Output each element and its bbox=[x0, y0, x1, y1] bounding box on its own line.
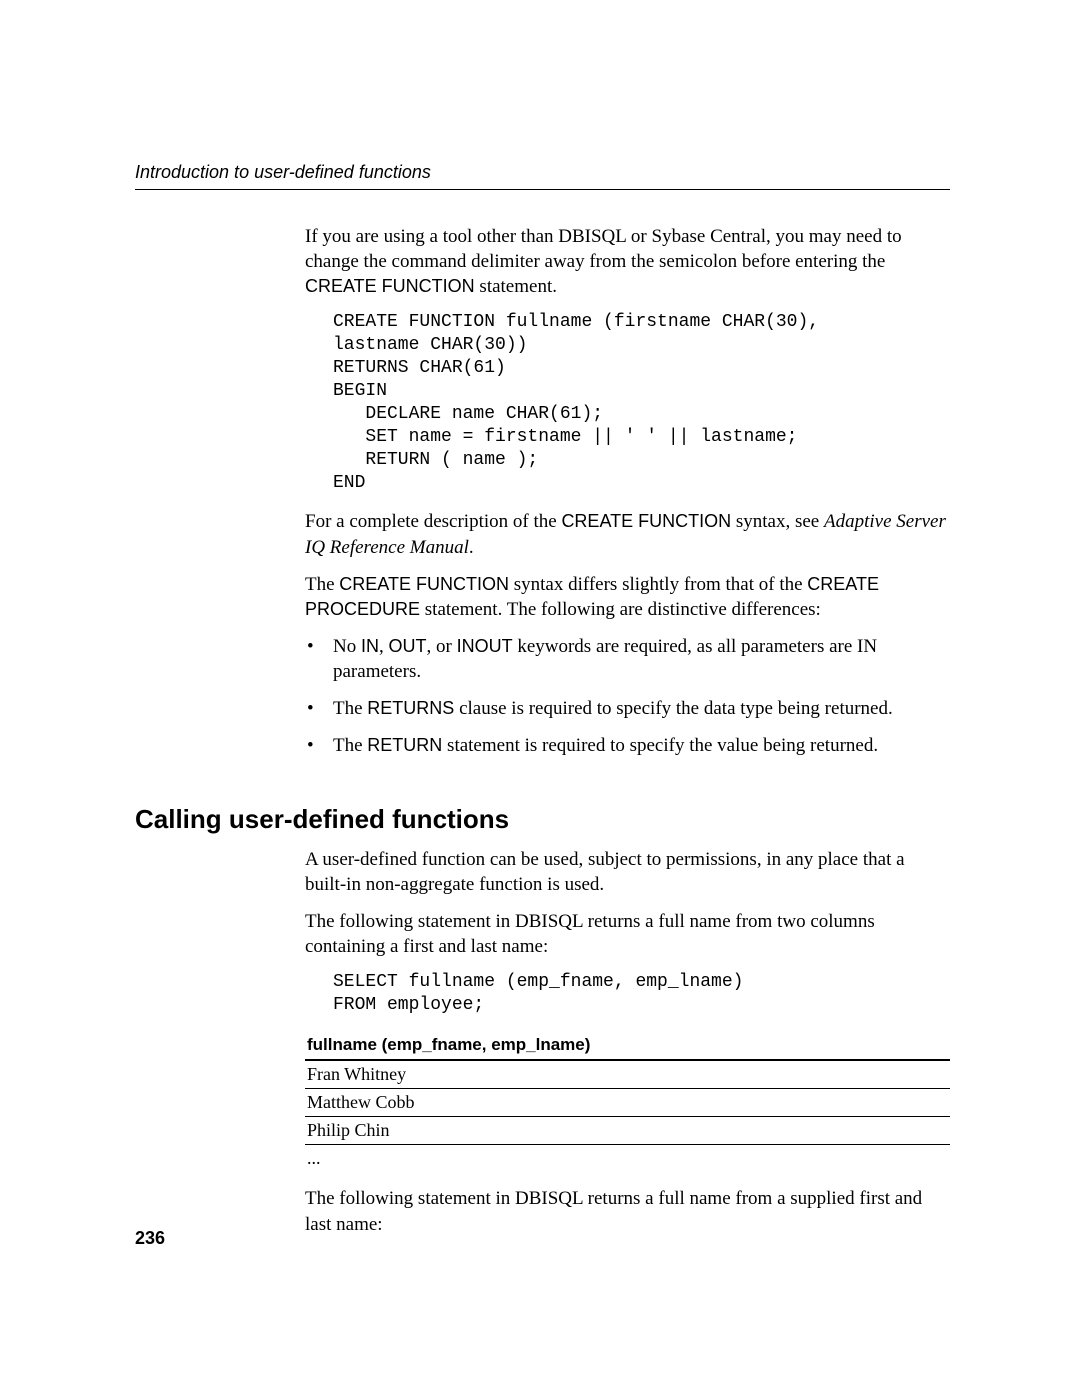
bullet-list: No IN, OUT, or INOUT keywords are requir… bbox=[305, 634, 950, 758]
code-inline: CREATE FUNCTION bbox=[561, 511, 731, 531]
code-inline: CREATE FUNCTION bbox=[305, 276, 475, 296]
table-row: Matthew Cobb bbox=[305, 1089, 950, 1117]
text: statement. The following are distinctive… bbox=[420, 599, 821, 620]
code-inline: RETURNS bbox=[367, 698, 454, 718]
code-block-select: SELECT fullname (emp_fname, emp_lname) F… bbox=[333, 971, 950, 1017]
code-inline: INOUT bbox=[457, 636, 513, 656]
code-inline: IN bbox=[361, 636, 379, 656]
text: No bbox=[333, 636, 361, 657]
table-more: ... bbox=[305, 1145, 950, 1172]
table-row: Philip Chin bbox=[305, 1117, 950, 1145]
paragraph: The following statement in DBISQL return… bbox=[305, 909, 950, 959]
text: If you are using a tool other than DBISQ… bbox=[305, 226, 902, 272]
code-inline: CREATE FUNCTION bbox=[339, 574, 509, 594]
paragraph-after-table: The following statement in DBISQL return… bbox=[305, 1186, 950, 1236]
list-item: No IN, OUT, or INOUT keywords are requir… bbox=[305, 634, 950, 684]
text: For a complete description of the bbox=[305, 511, 561, 532]
text: statement. bbox=[475, 276, 557, 297]
paragraph: A user-defined function can be used, sub… bbox=[305, 847, 950, 897]
text: . bbox=[469, 537, 474, 558]
code-inline: RETURN bbox=[367, 735, 442, 755]
paragraph-reference: For a complete description of the CREATE… bbox=[305, 509, 950, 559]
text: syntax, see bbox=[731, 511, 824, 532]
running-header: Introduction to user-defined functions bbox=[135, 162, 950, 190]
code-inline: OUT bbox=[388, 636, 426, 656]
body-content: If you are using a tool other than DBISQ… bbox=[305, 224, 950, 1237]
intro-paragraph: If you are using a tool other than DBISQ… bbox=[305, 224, 950, 299]
list-item: The RETURN statement is required to spec… bbox=[305, 733, 950, 758]
text: The bbox=[333, 735, 367, 756]
paragraph-differences: The CREATE FUNCTION syntax differs sligh… bbox=[305, 572, 950, 622]
text: The bbox=[305, 574, 339, 595]
table-row: Fran Whitney bbox=[305, 1061, 950, 1089]
text: syntax differs slightly from that of the bbox=[509, 574, 807, 595]
text: , or bbox=[426, 636, 456, 657]
page-number: 236 bbox=[135, 1228, 165, 1249]
text: The bbox=[333, 698, 367, 719]
table-header: fullname (emp_fname, emp_lname) bbox=[305, 1031, 950, 1061]
section-heading-calling: Calling user-defined functions bbox=[135, 804, 950, 835]
code-block-create-function: CREATE FUNCTION fullname (firstname CHAR… bbox=[333, 311, 950, 495]
text: statement is required to specify the val… bbox=[442, 735, 878, 756]
page: Introduction to user-defined functions I… bbox=[0, 0, 1080, 1397]
list-item: The RETURNS clause is required to specif… bbox=[305, 696, 950, 721]
result-table: fullname (emp_fname, emp_lname) Fran Whi… bbox=[305, 1031, 950, 1172]
text: clause is required to specify the data t… bbox=[454, 698, 892, 719]
